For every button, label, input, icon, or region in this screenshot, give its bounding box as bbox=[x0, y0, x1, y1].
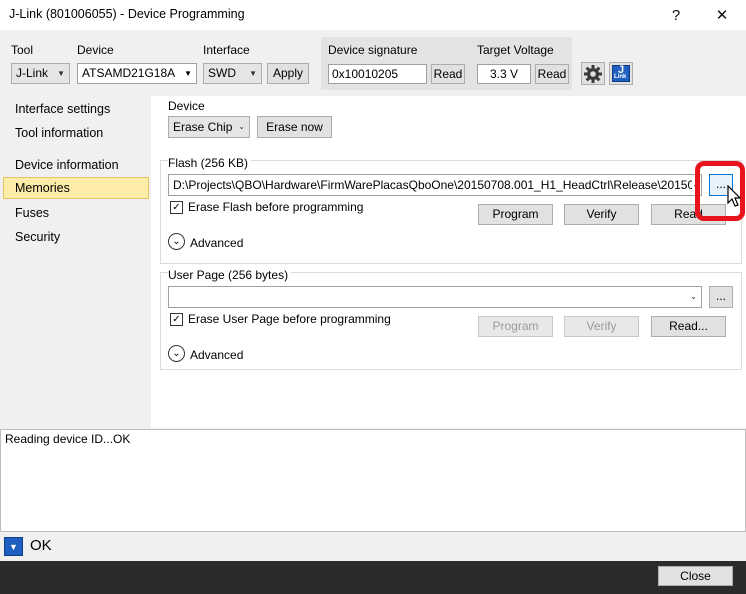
sidebar-item-security[interactable]: Security bbox=[3, 226, 149, 248]
flash-verify-button[interactable]: Verify bbox=[564, 204, 639, 225]
chevron-down-icon: ⌄ bbox=[690, 292, 697, 301]
sidebar-item-label: Interface settings bbox=[15, 102, 111, 116]
expand-chevron-icon[interactable]: ⌄ bbox=[168, 345, 185, 362]
voltage-read-button[interactable]: Read bbox=[535, 64, 569, 84]
status-text: OK bbox=[30, 537, 52, 554]
sidebar-item-tool-information[interactable]: Tool information bbox=[3, 122, 149, 144]
close-button[interactable]: Close bbox=[658, 566, 733, 586]
flash-program-button[interactable]: Program bbox=[478, 204, 553, 225]
erase-user-page-checkbox[interactable]: ✓ bbox=[170, 313, 183, 326]
sidebar-item-device-information[interactable]: Device information bbox=[3, 154, 149, 176]
mouse-cursor-icon bbox=[727, 185, 741, 207]
help-button[interactable]: ? bbox=[654, 0, 698, 30]
device-programming-window: J-Link (801006055) - Device Programming … bbox=[0, 0, 746, 594]
flash-file-path: D:\Projects\QBO\Hardware\FirmWarePlacasQ… bbox=[173, 178, 701, 192]
flash-group-title: Flash (256 KB) bbox=[168, 156, 252, 170]
user-page-program-button[interactable]: Program bbox=[478, 316, 553, 337]
chevron-down-icon: ▼ bbox=[249, 69, 257, 78]
sidebar-item-label: Fuses bbox=[15, 206, 50, 220]
target-voltage-label: Target Voltage bbox=[477, 43, 554, 57]
log-output[interactable]: Reading device ID...OK bbox=[0, 429, 746, 532]
user-page-verify-button[interactable]: Verify bbox=[564, 316, 639, 337]
sidebar: Interface settings Tool information Devi… bbox=[0, 96, 151, 428]
apply-button[interactable]: Apply bbox=[267, 63, 309, 84]
user-page-group-title: User Page (256 bytes) bbox=[168, 268, 292, 282]
user-page-read-button[interactable]: Read... bbox=[651, 316, 726, 337]
interface-select-value: SWD bbox=[208, 66, 236, 80]
erase-user-page-label: Erase User Page before programming bbox=[188, 312, 391, 326]
erase-now-button[interactable]: Erase now bbox=[257, 116, 332, 138]
bottom-bar: Close bbox=[0, 561, 746, 594]
interface-label: Interface bbox=[203, 43, 250, 57]
memories-panel: Device Erase Chip ⌄ Erase now Flash (256… bbox=[151, 96, 746, 428]
flash-advanced-toggle[interactable]: Advanced bbox=[190, 236, 243, 250]
erase-mode-select[interactable]: Erase Chip ⌄ bbox=[168, 116, 250, 138]
chevron-down-icon: ▼ bbox=[184, 69, 192, 78]
device-group-title: Device bbox=[168, 99, 205, 113]
log-text: Reading device ID...OK bbox=[5, 432, 131, 446]
chevron-down-icon: ▼ bbox=[57, 69, 65, 78]
tool-select[interactable]: J-Link ▼ bbox=[11, 63, 70, 84]
device-select-value: ATSAMD21G18A bbox=[82, 66, 176, 80]
help-icon: ? bbox=[671, 6, 681, 24]
sidebar-item-label: Security bbox=[15, 230, 61, 244]
device-label: Device bbox=[77, 43, 114, 57]
tool-label: Tool bbox=[11, 43, 34, 57]
chevron-down-icon: ⌄ bbox=[238, 122, 245, 131]
expand-chevron-icon[interactable]: ⌄ bbox=[168, 233, 185, 250]
jlink-logo-icon: J Link bbox=[612, 64, 630, 82]
user-page-browse-button[interactable]: ... bbox=[709, 286, 733, 308]
expand-log-button[interactable]: ▼ bbox=[4, 537, 23, 556]
device-signature-field[interactable]: 0x10010205 bbox=[328, 64, 427, 84]
sidebar-item-label: Tool information bbox=[15, 126, 104, 140]
user-page-file-input[interactable]: ⌄ bbox=[168, 286, 702, 308]
tool-select-value: J-Link bbox=[16, 66, 49, 80]
erase-mode-value: Erase Chip bbox=[173, 120, 233, 134]
erase-flash-checkbox[interactable]: ✓ bbox=[170, 201, 183, 214]
signature-read-button[interactable]: Read bbox=[431, 64, 465, 84]
device-signature-label: Device signature bbox=[328, 43, 418, 57]
sidebar-item-fuses[interactable]: Fuses bbox=[3, 202, 149, 224]
sidebar-item-memories[interactable]: Memories bbox=[3, 177, 149, 199]
settings-button[interactable] bbox=[581, 62, 605, 85]
gear-icon bbox=[584, 65, 602, 83]
sidebar-item-label: Device information bbox=[15, 158, 119, 172]
close-icon: ✕ bbox=[715, 7, 729, 24]
erase-flash-label: Erase Flash before programming bbox=[188, 200, 364, 214]
target-voltage-field[interactable]: 3.3 V bbox=[477, 64, 531, 84]
flash-file-path-input[interactable]: D:\Projects\QBO\Hardware\FirmWarePlacasQ… bbox=[168, 174, 702, 196]
sidebar-item-label: Memories bbox=[15, 181, 70, 195]
user-page-advanced-toggle[interactable]: Advanced bbox=[190, 348, 243, 362]
sidebar-item-interface-settings[interactable]: Interface settings bbox=[3, 98, 149, 120]
status-bar: ▼ OK bbox=[0, 532, 746, 561]
title-bar: J-Link (801006055) - Device Programming … bbox=[0, 0, 746, 30]
window-close-button[interactable]: ✕ bbox=[700, 0, 744, 30]
window-title: J-Link (801006055) - Device Programming bbox=[9, 7, 245, 21]
device-select[interactable]: ATSAMD21G18A ▼ bbox=[77, 63, 197, 84]
jlink-button[interactable]: J Link bbox=[609, 62, 633, 85]
interface-select[interactable]: SWD ▼ bbox=[203, 63, 262, 84]
